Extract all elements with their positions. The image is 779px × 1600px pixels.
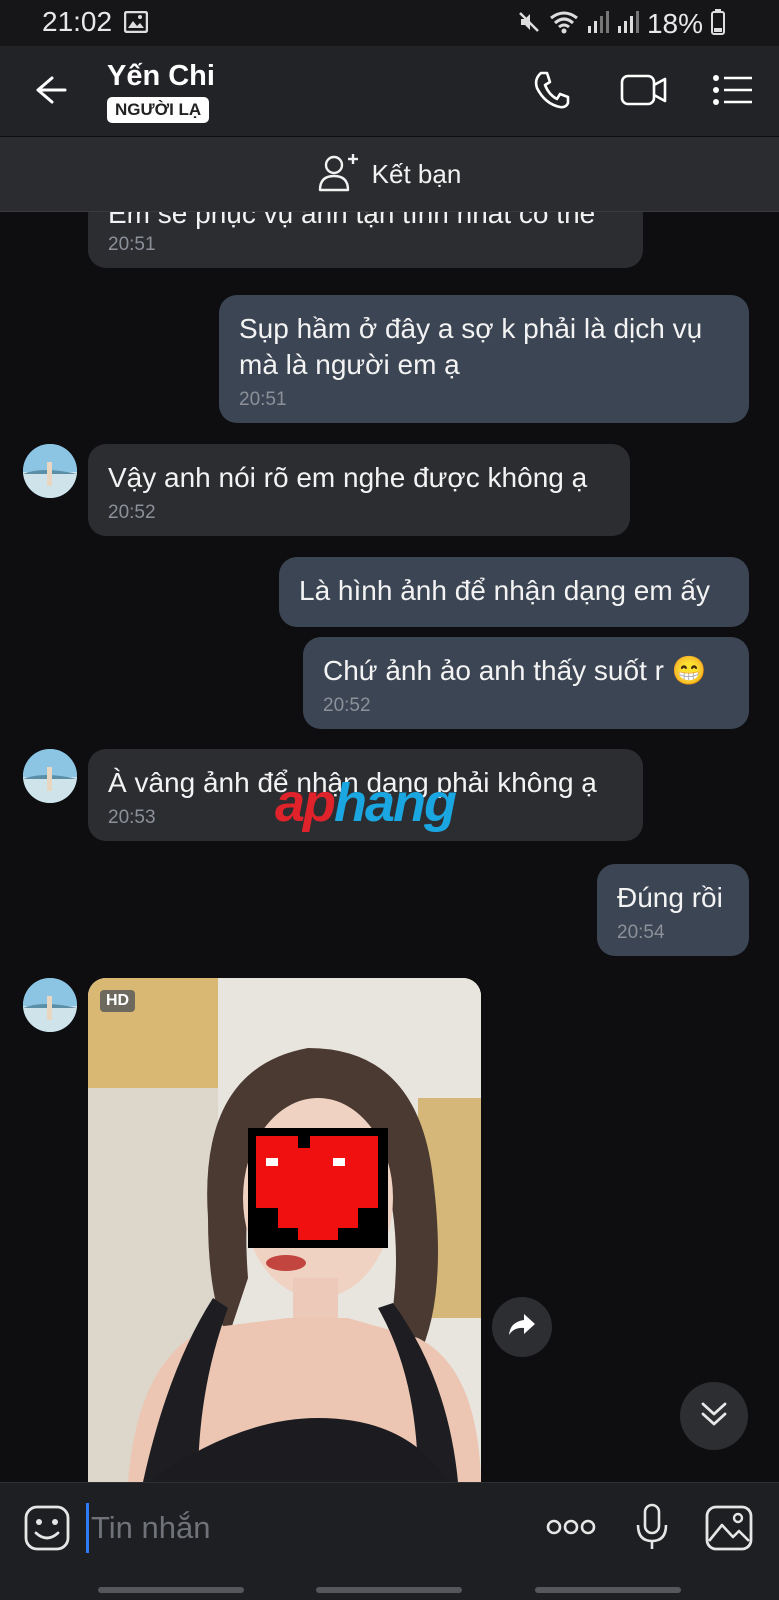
double-chevron-down-icon bbox=[699, 1399, 729, 1434]
message-text: Em sẽ phục vụ anh tận tình nhất có thể bbox=[108, 212, 596, 229]
forward-arrow-icon bbox=[507, 1312, 537, 1343]
message-text: Sụp hầm ở đây a sợ k phải là dịch vụ mà … bbox=[239, 313, 703, 380]
photo-message[interactable]: HD bbox=[88, 978, 481, 1482]
add-friend-label: Kết bạn bbox=[371, 158, 462, 189]
message-time: 20:51 bbox=[239, 389, 287, 410]
battery-icon bbox=[711, 8, 725, 40]
contact-name[interactable]: Yến Chi bbox=[107, 60, 215, 93]
scroll-to-bottom-button[interactable] bbox=[680, 1382, 748, 1450]
status-time: 21:02 bbox=[42, 6, 113, 37]
mute-icon bbox=[517, 10, 541, 39]
message-time: 20:51 bbox=[108, 234, 156, 255]
signal-icon-1 bbox=[587, 10, 609, 39]
message-text: Chứ ảnh ảo anh thấy suốt r 😁 bbox=[323, 655, 707, 686]
watermark-part-1: ap bbox=[275, 773, 336, 833]
emoji-sticker-icon[interactable] bbox=[24, 1505, 70, 1556]
phone-call-icon[interactable] bbox=[532, 70, 570, 115]
forward-button[interactable] bbox=[492, 1297, 552, 1357]
message-bubble-outgoing[interactable]: Chứ ảnh ảo anh thấy suốt r 😁 20:52 bbox=[303, 637, 749, 729]
message-time: 20:54 bbox=[617, 922, 665, 943]
message-bubble-outgoing[interactable]: Sụp hầm ở đây a sợ k phải là dịch vụ mà … bbox=[219, 295, 749, 423]
chat-header: Yến Chi NGƯỜI LẠ bbox=[0, 46, 779, 136]
menu-list-icon[interactable] bbox=[712, 70, 754, 115]
message-input-bar bbox=[0, 1482, 779, 1600]
message-time: 20:52 bbox=[323, 695, 371, 716]
video-call-icon[interactable] bbox=[620, 70, 668, 115]
contact-avatar[interactable] bbox=[23, 978, 77, 1032]
message-bubble-outgoing[interactable]: Là hình ảnh để nhận dạng em ấy bbox=[279, 557, 749, 627]
add-person-icon bbox=[318, 152, 360, 197]
add-friend-button[interactable]: Kết bạn bbox=[0, 137, 779, 212]
contact-avatar[interactable] bbox=[23, 444, 77, 498]
contact-avatar[interactable] bbox=[23, 749, 77, 803]
hd-badge: HD bbox=[100, 990, 136, 1012]
status-bar: 21:02 18% bbox=[0, 0, 779, 46]
more-options-icon[interactable] bbox=[546, 1517, 596, 1542]
message-time: 20:52 bbox=[108, 502, 156, 523]
message-text: Vậy anh nói rõ em nghe được không ạ bbox=[108, 462, 588, 493]
message-text: Là hình ảnh để nhận dạng em ấy bbox=[299, 575, 711, 606]
watermark-logo: aphang bbox=[275, 772, 457, 834]
chat-area[interactable]: Em sẽ phục vụ anh tận tình nhất có thể 2… bbox=[0, 212, 779, 1482]
battery-text: 18% bbox=[646, 8, 703, 39]
message-text: Đúng rồi bbox=[617, 882, 723, 913]
signal-icon-2 bbox=[617, 10, 639, 39]
nav-gesture-pill bbox=[535, 1587, 681, 1593]
message-input[interactable] bbox=[86, 1503, 506, 1553]
wifi-icon bbox=[549, 10, 579, 39]
back-arrow-icon[interactable] bbox=[32, 72, 68, 113]
nav-gesture-pill bbox=[316, 1587, 462, 1593]
message-bubble-incoming[interactable]: Em sẽ phục vụ anh tận tình nhất có thể 2… bbox=[88, 212, 643, 268]
gallery-image-icon[interactable] bbox=[705, 1505, 753, 1556]
image-notification-icon bbox=[123, 10, 149, 38]
microphone-icon[interactable] bbox=[635, 1503, 669, 1556]
nav-gesture-pill bbox=[98, 1587, 244, 1593]
stranger-badge: NGƯỜI LẠ bbox=[107, 97, 210, 123]
message-bubble-incoming[interactable]: Vậy anh nói rõ em nghe được không ạ 20:5… bbox=[88, 444, 630, 536]
watermark-part-2: hang bbox=[334, 773, 457, 833]
message-bubble-outgoing[interactable]: Đúng rồi 20:54 bbox=[597, 864, 749, 956]
